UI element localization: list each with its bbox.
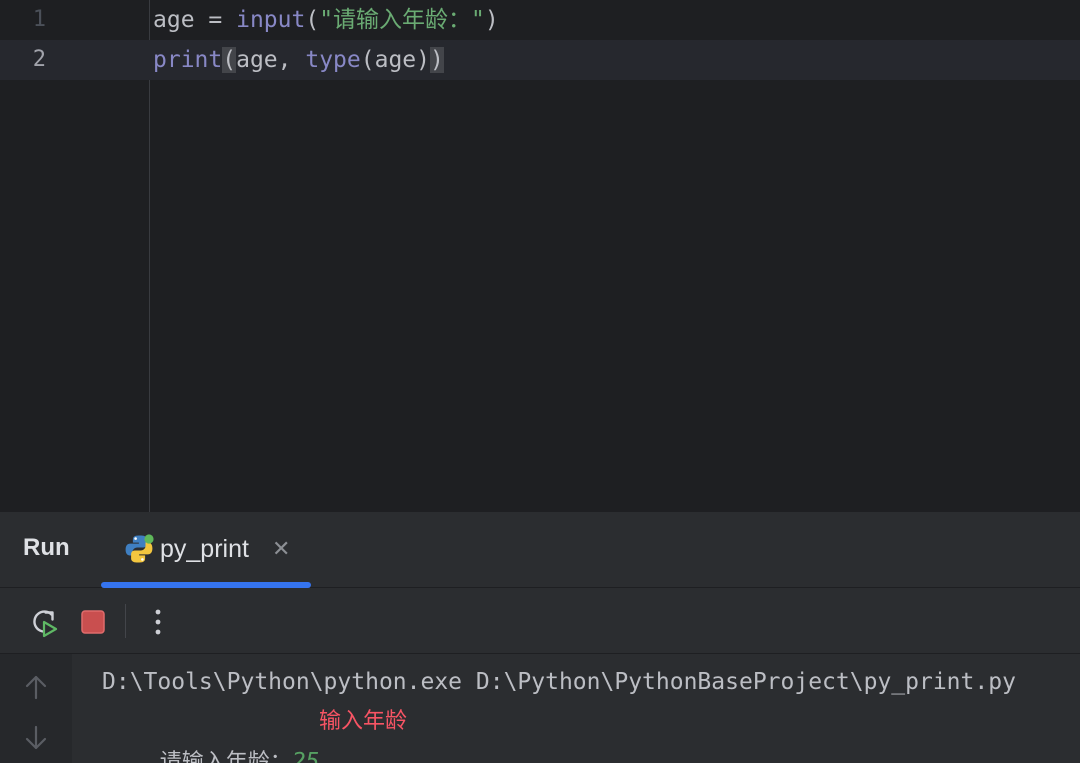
builtin-function-token: input [236, 7, 306, 33]
variable-token: age [236, 47, 278, 73]
paren-token: ) [484, 7, 499, 33]
code-text[interactable]: print(age, type(age)) [153, 40, 444, 80]
paren-token: ) [416, 47, 431, 73]
code-line-2[interactable]: 2 print(age, type(age)) [0, 40, 1080, 80]
console-user-input: 25 [291, 749, 320, 763]
line-number: 2 [32, 47, 46, 72]
run-panel-header: Run py_print ✕ [0, 512, 1080, 588]
run-panel-title: Run [23, 534, 70, 561]
close-icon[interactable]: ✕ [272, 537, 290, 562]
string-token: "请输入年龄：" [319, 7, 485, 33]
console-prompt: 请输入年龄： [159, 750, 292, 763]
tab-py-print[interactable]: py_print ✕ [101, 512, 311, 588]
paren-token: ( [305, 7, 320, 33]
toolbar-separator [125, 604, 126, 638]
console-gutter [0, 654, 72, 763]
builtin-function-token: print [153, 47, 223, 73]
code-line-1[interactable]: 1 age = input("请输入年龄：") [0, 0, 1080, 40]
annotation-text: 输入年龄 [319, 709, 408, 734]
matched-paren-token: ( [222, 47, 237, 73]
run-toolbar [0, 588, 1080, 654]
rerun-icon[interactable] [27, 605, 61, 639]
console-output[interactable]: D:\Tools\Python\python.exe D:\Python\Pyt… [102, 654, 1072, 763]
matched-paren-token: ) [430, 47, 444, 73]
run-panel: Run py_print ✕ D:\Tools\Python\python.ex… [0, 512, 1080, 763]
variable-token: age [374, 47, 417, 73]
arrow-up-icon[interactable] [22, 673, 50, 701]
more-options-icon[interactable] [141, 605, 175, 639]
code-text[interactable]: age = input("请输入年龄：") [153, 0, 499, 40]
operator-token: = [194, 7, 237, 33]
comma-token: , [277, 47, 306, 73]
variable-token: age [153, 7, 195, 33]
line-number: 1 [32, 7, 46, 32]
arrow-down-icon[interactable] [22, 724, 50, 752]
console-output-line: 请输入年龄：25 输入年龄 [102, 702, 407, 763]
python-icon [125, 534, 154, 563]
console-command-line: D:\Tools\Python\python.exe D:\Python\Pyt… [102, 669, 1016, 695]
paren-token: ( [360, 47, 375, 73]
stop-icon[interactable] [76, 605, 110, 639]
code-editor[interactable]: 1 age = input("请输入年龄：") 2 print(age, typ… [0, 0, 1080, 512]
builtin-function-token: type [305, 47, 361, 73]
tab-label: py_print [160, 535, 249, 563]
